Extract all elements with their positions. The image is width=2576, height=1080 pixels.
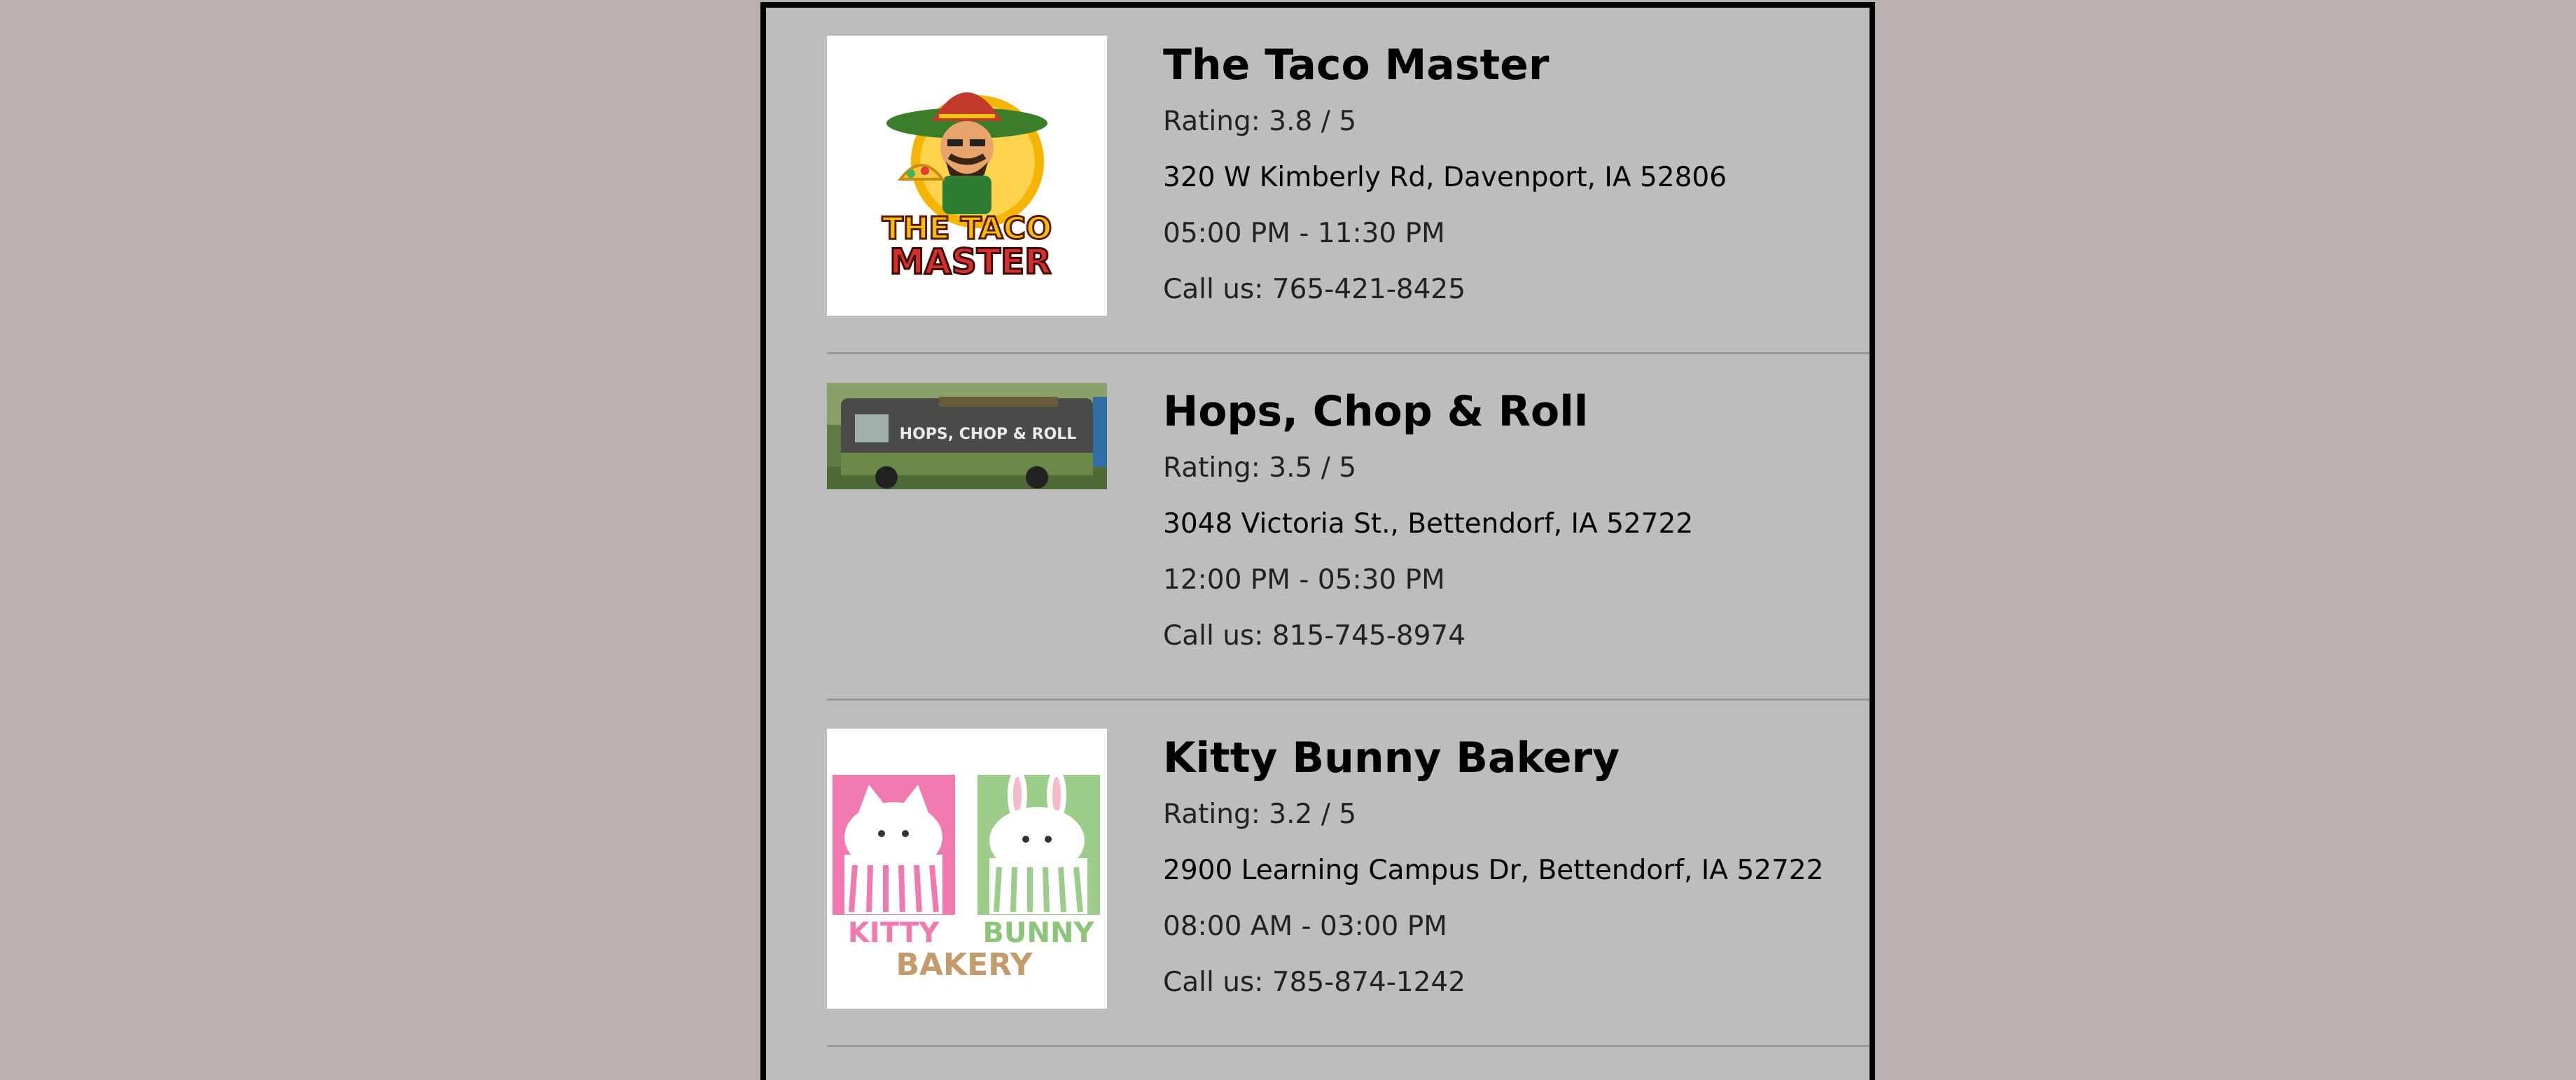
food-truck-rating: Rating: 3.5 / 5: [1163, 452, 1357, 484]
food-truck-phone[interactable]: Call us: 785-874-1242: [1163, 967, 1823, 999]
food-truck-info: The Taco Master Rating: 3.8 / 5 320 W Ki…: [1163, 40, 1727, 330]
food-truck-hours: 08:00 AM - 03:00 PM: [1163, 911, 1447, 942]
card-divider: [827, 1045, 1870, 1047]
food-truck-address: 3048 Victoria St., Bettendorf, IA 52722: [1163, 508, 1694, 540]
food-truck-rating: Rating: 3.2 / 5: [1163, 799, 1357, 830]
food-truck-rating: Rating: 3.8 / 5: [1163, 106, 1357, 137]
food-truck-card[interactable]: HOPS, CHOP & ROLL Hops, Chop & Roll Rati…: [766, 354, 1870, 701]
food-truck-phone[interactable]: Call us: 815-745-8974: [1163, 620, 1693, 652]
food-truck-card[interactable]: THE TACO MASTER The Taco Master Rating: …: [766, 8, 1870, 354]
food-truck-info: Kitty Bunny Bakery Rating: 3.2 / 5 2900 …: [1163, 733, 1823, 1023]
food-truck-hours: 05:00 PM - 11:30 PM: [1163, 218, 1445, 249]
food-truck-name[interactable]: Hops, Chop & Roll: [1163, 386, 1693, 437]
food-truck-list-panel: THE TACO MASTER The Taco Master Rating: …: [760, 2, 1875, 1080]
food-truck-info: Hops, Chop & Roll Rating: 3.5 / 5 3048 V…: [1163, 386, 1693, 676]
kitty-bunny-bakery-logo-image: KITTY BUNNY BAKERY: [827, 729, 1107, 1009]
hops-chop-roll-truck-image: HOPS, CHOP & ROLL: [827, 383, 1107, 489]
food-truck-name[interactable]: Kitty Bunny Bakery: [1163, 733, 1823, 783]
truck-side-text: HOPS, CHOP & ROLL: [900, 426, 1077, 443]
food-truck-phone[interactable]: Call us: 765-421-8425: [1163, 274, 1727, 306]
taco-logo-text-2: MASTER: [889, 241, 1051, 282]
bakery-logo-word-bakery: BAKERY: [896, 947, 1033, 983]
food-truck-name[interactable]: The Taco Master: [1163, 40, 1727, 90]
food-truck-address: 2900 Learning Campus Dr, Bettendorf, IA …: [1163, 855, 1824, 886]
food-truck-address: 320 W Kimberly Rd, Davenport, IA 52806: [1163, 162, 1727, 193]
food-truck-hours: 12:00 PM - 05:30 PM: [1163, 564, 1445, 596]
taco-master-logo-image: THE TACO MASTER: [827, 36, 1107, 316]
bakery-logo-word-kitty: KITTY: [848, 917, 940, 949]
food-truck-card[interactable]: KITTY BUNNY BAKERY Kitty Bunny Bakery Ra…: [766, 701, 1870, 1047]
bakery-logo-word-bunny: BUNNY: [983, 917, 1095, 949]
